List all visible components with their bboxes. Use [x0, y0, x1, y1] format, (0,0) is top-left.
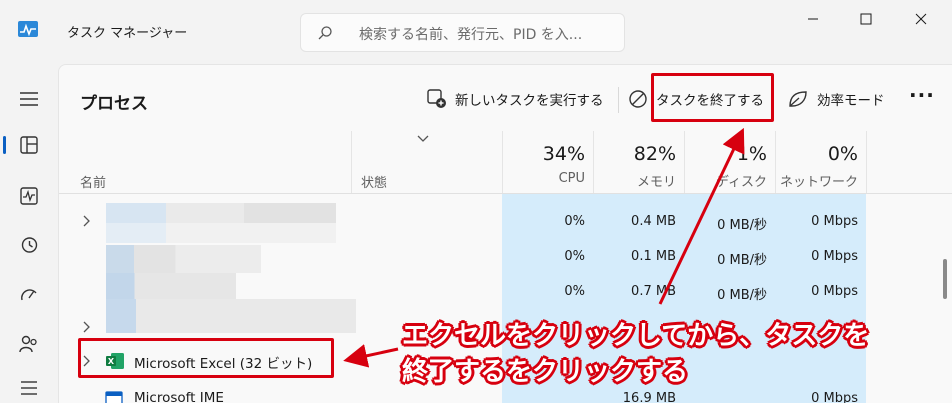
chevron-down-icon — [417, 135, 429, 142]
new-task-label: 新しいタスクを実行する — [455, 93, 604, 109]
performance-icon — [20, 187, 38, 205]
disk-cell: 0 MB/秒 — [717, 288, 767, 303]
search-icon — [318, 26, 332, 40]
window-title: タスク マネージャー — [67, 26, 188, 41]
process-name: Microsoft IME — [134, 390, 224, 403]
annotation-callout: エクセルをクリックしてから、タスクを 終了するをクリックする — [402, 318, 869, 390]
network-cell: 0 Mbps — [811, 214, 858, 229]
hamburger-icon — [20, 92, 38, 106]
processes-icon — [20, 136, 38, 154]
close-button[interactable] — [906, 6, 936, 32]
more-options-button[interactable]: ··· — [909, 83, 935, 107]
toolbar-separator — [618, 87, 619, 113]
disk-total: 1% — [736, 143, 767, 165]
network-cell: 0 Mbps — [811, 284, 858, 299]
task-manager-app-icon — [18, 21, 38, 37]
cpu-cell: 0% — [564, 214, 585, 229]
history-icon — [21, 237, 38, 253]
nav-item-performance[interactable] — [12, 179, 46, 213]
memory-total: 82% — [633, 143, 676, 165]
nav-item-processes[interactable] — [12, 128, 46, 162]
nav-item-details[interactable] — [12, 371, 46, 403]
leaf-icon — [789, 91, 807, 107]
left-nav — [0, 64, 58, 403]
cpu-cell: 0% — [564, 249, 585, 264]
search-box[interactable]: 検索する名前、発行元、PID を入... — [300, 13, 625, 52]
details-icon — [21, 381, 37, 395]
cpu-total: 34% — [542, 143, 585, 165]
table-row[interactable]: 0% 0.4 MB 0 MB/秒 0 Mbps — [59, 204, 952, 240]
highlight-excel-row — [78, 338, 334, 378]
network-total: 0% — [827, 143, 858, 165]
column-divider — [502, 131, 503, 193]
cpu-cell: 0% — [564, 284, 585, 299]
network-cell: 0 Mbps — [811, 249, 858, 264]
search-input[interactable]: 検索する名前、発行元、PID を入... — [359, 24, 582, 44]
highlight-end-task — [651, 73, 774, 122]
nav-item-startup-apps[interactable] — [12, 278, 46, 312]
network-cell: 0 Mbps — [811, 391, 858, 403]
minimize-button[interactable] — [798, 6, 828, 32]
new-task-button[interactable]: 新しいタスクを実行する — [427, 83, 604, 115]
new-task-icon — [427, 89, 446, 108]
annotation-line-2: 終了するをクリックする — [402, 357, 689, 387]
ime-app-icon — [105, 391, 123, 403]
table-row[interactable]: 0% 0.7 MB 0 MB/秒 0 Mbps — [59, 274, 952, 310]
close-icon — [915, 13, 927, 25]
efficiency-mode-label: 効率モード — [817, 93, 885, 109]
column-header-memory[interactable]: メモリ — [610, 171, 676, 190]
table-row[interactable]: 0% 0.1 MB 0 MB/秒 0 Mbps — [59, 239, 952, 275]
nav-active-indicator — [3, 136, 6, 154]
nav-item-users[interactable] — [12, 327, 46, 361]
column-header-network[interactable]: ネットワーク — [768, 171, 858, 190]
disk-cell: 0 MB/秒 — [717, 253, 767, 268]
scrollbar-thumb[interactable] — [943, 259, 947, 299]
maximize-button[interactable] — [851, 6, 881, 32]
column-header-cpu[interactable]: CPU — [519, 171, 585, 186]
efficiency-mode-button[interactable]: 効率モード — [787, 83, 885, 115]
column-header-status[interactable]: 状態 — [361, 172, 387, 191]
users-icon — [19, 335, 37, 353]
page-title: プロセス — [80, 94, 148, 114]
memory-cell: 0.1 MB — [631, 249, 676, 264]
maximize-icon — [860, 13, 872, 25]
column-divider — [351, 131, 352, 193]
column-header-name[interactable]: 名前 — [80, 172, 106, 191]
startup-icon — [21, 289, 37, 301]
nav-item-app-history[interactable] — [12, 228, 46, 262]
column-divider — [866, 131, 867, 193]
memory-cell: 0.4 MB — [631, 214, 676, 229]
column-header-disk[interactable]: ディスク — [679, 171, 767, 190]
hamburger-menu-button[interactable] — [12, 82, 46, 116]
disk-cell: 0 MB/秒 — [717, 218, 767, 233]
minimize-icon — [808, 18, 818, 20]
column-divider — [593, 131, 594, 193]
title-bar: タスク マネージャー 検索する名前、発行元、PID を入... — [0, 0, 952, 64]
memory-cell: 0.7 MB — [631, 284, 676, 299]
chevron-right-icon[interactable] — [83, 321, 91, 333]
annotation-line-1: エクセルをクリックしてから、タスクを — [402, 321, 870, 351]
memory-cell: 16.9 MB — [622, 391, 676, 403]
end-task-icon — [629, 90, 647, 108]
